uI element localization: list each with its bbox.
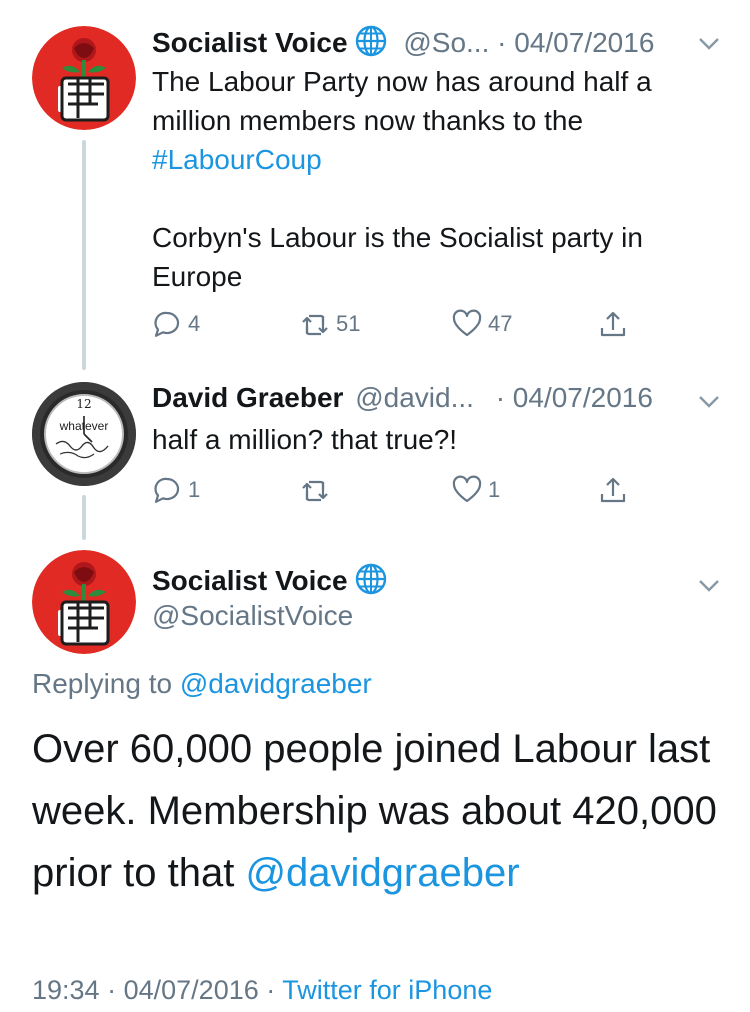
tweet-header: David Graeber @david... · 04/07/2016 xyxy=(152,382,712,414)
tweet-actions: 4 51 47 xyxy=(152,306,642,342)
heart-icon xyxy=(452,309,482,337)
mention-link[interactable]: @davidgraeber xyxy=(245,851,519,895)
clock-whatever-avatar: 12 whatever xyxy=(32,382,136,486)
reply-icon xyxy=(154,311,180,337)
avatar[interactable]: 12 whatever xyxy=(32,382,136,486)
replying-to-link[interactable]: @davidgraeber xyxy=(180,668,372,699)
tweet-date[interactable]: 04/07/2016 xyxy=(513,382,653,413)
chevron-down-icon[interactable] xyxy=(696,572,722,598)
like-count: 1 xyxy=(488,477,501,502)
share-button[interactable] xyxy=(598,306,634,342)
tweet-text-body: half a million? that true?! xyxy=(152,424,458,455)
thread-line xyxy=(82,495,86,540)
tweet-time: 19:34 xyxy=(32,975,100,1005)
display-name[interactable]: Socialist Voice xyxy=(152,27,348,58)
avatar[interactable] xyxy=(32,26,136,130)
separator: · xyxy=(495,382,506,413)
like-button[interactable]: 1 xyxy=(452,472,500,508)
globe-icon xyxy=(354,562,388,596)
globe-icon xyxy=(354,24,388,58)
separator: · xyxy=(107,975,117,1005)
tweet-header: Socialist Voice @So... · 04/07/2016 xyxy=(152,24,712,59)
main-tweet-header: Socialist Voice xyxy=(152,562,692,597)
display-name[interactable]: Socialist Voice xyxy=(152,565,348,596)
separator: · xyxy=(497,27,507,58)
share-icon xyxy=(600,311,626,337)
main-tweet-text: Over 60,000 people joined Labour last we… xyxy=(32,718,722,904)
retweet-button[interactable] xyxy=(300,472,336,508)
share-icon xyxy=(600,477,626,503)
share-button[interactable] xyxy=(598,472,634,508)
tweet-text-part2: Corbyn's Labour is the Socialist party i… xyxy=(152,222,643,292)
replying-to-label: Replying to xyxy=(32,668,173,699)
retweet-button[interactable]: 51 xyxy=(300,306,360,342)
retweet-count: 51 xyxy=(336,311,361,336)
display-name[interactable]: David Graeber xyxy=(152,382,343,413)
tweet-date[interactable]: 04/07/2016 xyxy=(514,27,654,58)
retweet-icon xyxy=(302,480,328,502)
replying-to: Replying to @davidgraeber xyxy=(32,668,372,700)
clock-number: 12 xyxy=(76,397,91,411)
separator: · xyxy=(266,975,276,1005)
source-link[interactable]: Twitter for iPhone xyxy=(282,975,492,1005)
handle[interactable]: @SocialistVoice xyxy=(152,600,353,632)
retweet-icon xyxy=(302,314,328,336)
chevron-down-icon[interactable] xyxy=(696,388,722,414)
tweet-text: half a million? that true?! xyxy=(152,420,712,459)
thread-line xyxy=(82,140,86,370)
reply-count: 4 xyxy=(188,311,201,336)
handle[interactable]: @So... xyxy=(403,27,489,58)
handle[interactable]: @david... xyxy=(355,382,474,413)
socialist-rose-fist-logo xyxy=(32,550,136,654)
reply-button[interactable]: 1 xyxy=(152,472,200,508)
hashtag-link[interactable]: #LabourCoup xyxy=(152,144,322,175)
chevron-down-icon[interactable] xyxy=(696,30,722,56)
like-button[interactable]: 47 xyxy=(452,306,512,342)
tweet-actions: 1 1 xyxy=(152,472,642,508)
reply-button[interactable]: 4 xyxy=(152,306,200,342)
heart-icon xyxy=(452,475,482,503)
socialist-rose-fist-logo xyxy=(32,26,136,130)
tweet-text-part1: The Labour Party now has around half a m… xyxy=(152,66,652,136)
reply-count: 1 xyxy=(188,477,201,502)
avatar[interactable] xyxy=(32,550,136,654)
like-count: 47 xyxy=(488,311,513,336)
reply-icon xyxy=(154,477,180,503)
tweet-meta: 19:34 · 04/07/2016 · Twitter for iPhone xyxy=(32,975,492,1006)
tweet-date: 04/07/2016 xyxy=(123,975,259,1005)
tweet-text: The Labour Party now has around half a m… xyxy=(152,62,712,296)
